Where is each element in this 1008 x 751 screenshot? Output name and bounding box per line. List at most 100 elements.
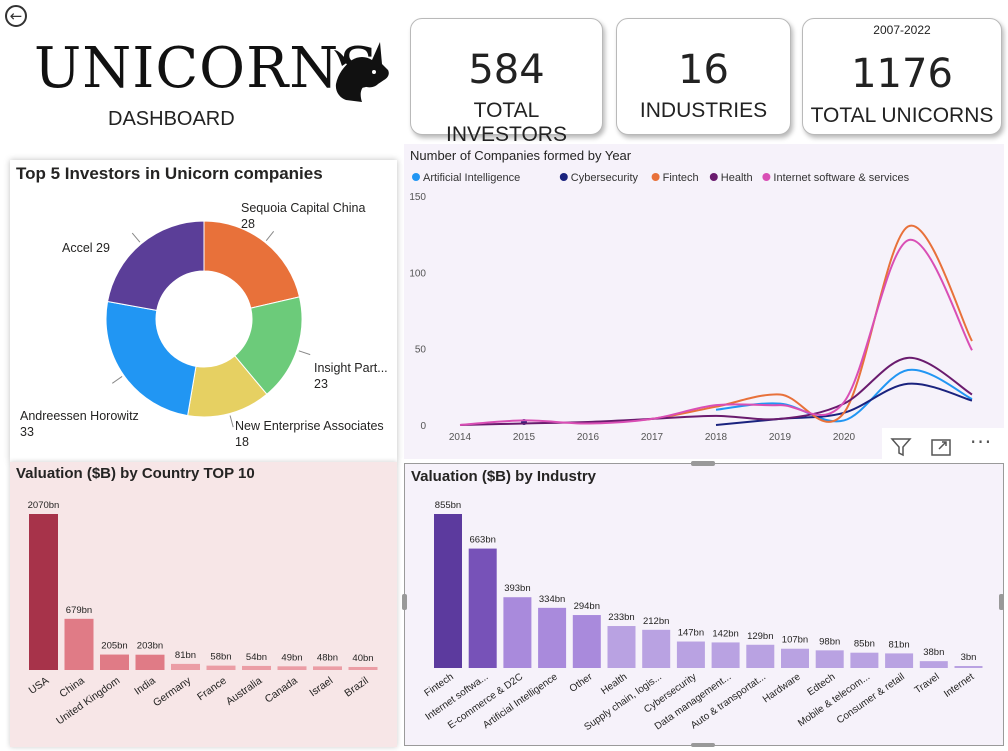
line-chart[interactable]: Artificial Intelligence Cybersecurity Fint… xyxy=(404,144,1004,459)
industry-bar xyxy=(781,648,809,668)
bar-data-label: 334bn xyxy=(539,594,565,605)
country-bar xyxy=(313,666,342,670)
bar-data-label: 663bn xyxy=(469,535,495,546)
industry-bar xyxy=(746,644,775,668)
legend-marker xyxy=(762,173,771,181)
x-category-label: Israel xyxy=(307,675,335,700)
kpi-value: 1176 xyxy=(851,51,953,97)
industry-bar xyxy=(676,641,705,668)
kpi-value: 584 xyxy=(468,47,545,93)
donut-label: Accel 29 xyxy=(62,241,110,255)
x-category-label: India xyxy=(132,675,158,698)
industry-bar xyxy=(607,626,636,668)
legend-label: Cybersecurity xyxy=(571,172,639,184)
bar-data-label: 81bn xyxy=(175,650,196,661)
legend-marker xyxy=(651,173,660,181)
x-category-label: Internet xyxy=(942,671,976,700)
bar-data-label: 393bn xyxy=(504,583,530,594)
bar-data-label: 38bn xyxy=(923,647,944,658)
resize-handle-bottom[interactable] xyxy=(691,743,715,747)
bar-data-label: 48bn xyxy=(317,652,338,663)
series-line xyxy=(459,356,973,426)
x-tick-label: 2019 xyxy=(769,432,792,443)
country-bar xyxy=(29,514,58,670)
top-investors-panel[interactable]: Top 5 Investors in Unicorn companies Seq… xyxy=(10,160,397,462)
bar-data-label: 49bn xyxy=(281,652,302,663)
industry-bar xyxy=(538,607,567,668)
valuation-by-country-panel[interactable]: Valuation ($B) by Country TOP 10 2070bn U… xyxy=(10,462,397,747)
series-line xyxy=(587,224,973,425)
donut-value: 18 xyxy=(235,435,249,449)
unicorn-head-icon xyxy=(334,42,389,102)
x-tick-label: 2020 xyxy=(833,432,856,443)
bar-data-label: 58bn xyxy=(210,652,231,663)
bar-data-label: 212bn xyxy=(643,616,669,627)
industry-bar xyxy=(885,653,914,668)
industry-bar-chart[interactable]: 855bnFintech663bnInternet softwa...393bn… xyxy=(405,464,1003,745)
donut-value: 28 xyxy=(241,217,255,231)
country-bar xyxy=(135,654,165,670)
companies-by-year-panel[interactable]: Number of Companies formed by Year Artif… xyxy=(404,144,1004,462)
more-options-icon[interactable]: ··· xyxy=(970,430,992,454)
industry-bar xyxy=(572,615,601,668)
kpi-total-investors: 584 TOTAL INVESTORS xyxy=(410,18,603,146)
country-bar xyxy=(171,663,200,670)
donut-leader-line xyxy=(131,232,141,243)
bar-data-label: 81bn xyxy=(889,639,910,650)
valuation-by-industry-panel[interactable]: Valuation ($B) by Industry 855bn Fintech 6… xyxy=(402,461,1004,747)
donut-chart[interactable]: Sequoia Capital China 28 Insight Part... 23… xyxy=(10,160,397,462)
industry-bar xyxy=(850,652,879,668)
dashboard-subtitle: DASHBOARD xyxy=(108,108,235,130)
bar-data-label: 679bn xyxy=(66,605,92,616)
x-category-label: Travel xyxy=(913,671,942,696)
x-category-label: Hardware xyxy=(761,671,803,705)
x-tick-label: 2018 xyxy=(705,432,728,443)
donut-slice xyxy=(105,300,197,417)
donut-slice xyxy=(106,220,205,311)
bar-data-label: 107bn xyxy=(782,635,808,646)
country-bar xyxy=(277,666,307,670)
resize-handle-left[interactable] xyxy=(402,594,407,610)
industry-bar xyxy=(503,597,532,668)
back-button[interactable]: ← xyxy=(5,5,27,27)
bar-data-label: 98bn xyxy=(819,636,840,647)
donut-label: Insight Part... xyxy=(314,361,388,375)
kpi-label: TOTAL INVESTORS xyxy=(446,99,567,146)
country-bar xyxy=(242,665,271,670)
industry-bar xyxy=(919,661,948,668)
legend-marker xyxy=(412,173,420,181)
bar-data-label: 203bn xyxy=(137,641,163,652)
dashboard-title: UNICORNS xyxy=(34,36,379,101)
industry-bar xyxy=(954,666,983,668)
resize-handle-right[interactable] xyxy=(999,594,1004,610)
x-tick-label: 2015 xyxy=(513,432,536,443)
country-bar-chart[interactable]: 2070bn USA 679bn China 205bn United Kingdom 20… xyxy=(10,462,397,747)
donut-leader-line xyxy=(265,231,275,242)
donut-leader-line xyxy=(298,350,311,356)
industry-bar xyxy=(711,642,740,668)
x-category-label: Germany xyxy=(151,674,194,709)
x-tick-label: 2017 xyxy=(641,432,664,443)
resize-handle-top[interactable] xyxy=(691,461,715,466)
legend-label: Internet software & services xyxy=(773,172,909,184)
bar-data-label: 147bn xyxy=(678,628,704,639)
industry-bar xyxy=(642,629,671,668)
donut-value: 33 xyxy=(20,425,34,439)
bar-data-label: 129bn xyxy=(747,631,773,642)
x-category-label: Australia xyxy=(224,675,264,708)
x-category-label: China xyxy=(57,675,86,701)
bar-data-label: 233bn xyxy=(608,612,634,623)
x-category-label: Health xyxy=(599,671,629,697)
visual-toolbar: ··· xyxy=(882,428,1004,462)
arrow-left-icon: ← xyxy=(9,6,23,25)
x-category-label: USA xyxy=(27,675,52,697)
filter-icon[interactable] xyxy=(890,436,912,458)
focus-mode-icon[interactable] xyxy=(930,436,952,458)
kpi-value: 16 xyxy=(678,47,729,93)
country-bar xyxy=(100,654,129,670)
bar-data-label: 2070bn xyxy=(28,500,60,511)
legend-label: Fintech xyxy=(663,172,699,184)
bar-data-label: 40bn xyxy=(352,653,373,664)
donut-value: 23 xyxy=(314,377,328,391)
bar-data-label: 3bn xyxy=(961,652,977,663)
